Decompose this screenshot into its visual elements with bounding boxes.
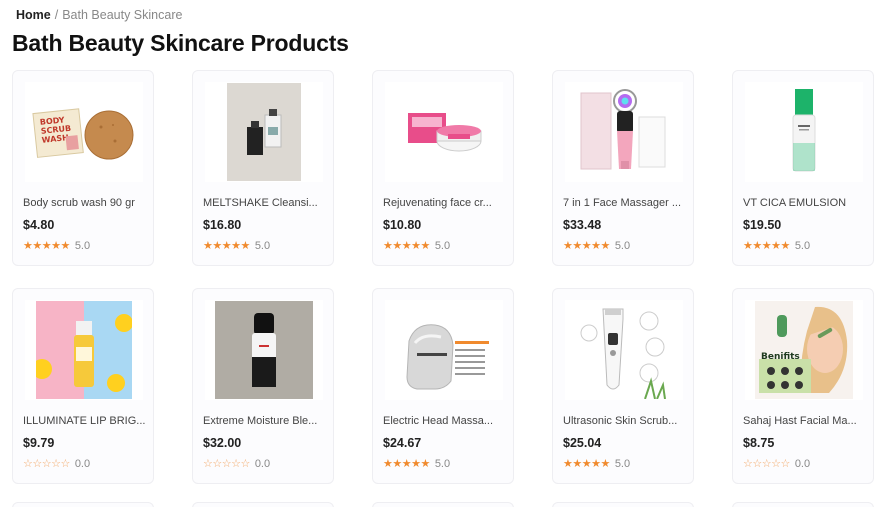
product-price: $9.79 — [23, 436, 55, 450]
product-image[interactable] — [385, 300, 503, 400]
product-rating: ☆☆☆☆☆ 0.0 — [23, 458, 90, 470]
product-image[interactable] — [565, 82, 683, 182]
product-name[interactable]: Body scrub wash 90 gr — [23, 197, 147, 209]
product-image[interactable] — [745, 82, 863, 182]
product-name[interactable]: 7 in 1 Face Massager ... — [563, 197, 687, 209]
product-price: $16.80 — [203, 218, 242, 232]
svg-text:Benifits: Benifits — [761, 352, 800, 362]
product-card-partial[interactable] — [372, 502, 514, 507]
product-rating: ★★★★★ 5.0 — [563, 458, 630, 470]
product-name[interactable]: Rejuvenating face cr... — [383, 197, 507, 209]
star-icons: ★★★★★ — [23, 239, 70, 252]
product-name[interactable]: Sahaj Hast Facial Ma... — [743, 415, 867, 427]
rating-value: 0.0 — [254, 458, 271, 470]
product-image[interactable] — [205, 300, 323, 400]
rating-value: 5.0 — [434, 458, 451, 470]
product-card[interactable]: BODY SCRUB WASH Body scrub wash 90 gr $4… — [12, 70, 154, 266]
star-icons: ★★★★★ — [563, 457, 610, 470]
product-price: $33.48 — [563, 218, 602, 232]
product-image[interactable] — [565, 300, 683, 400]
product-name[interactable]: VT CICA EMULSION — [743, 197, 867, 209]
product-price: $32.00 — [203, 436, 242, 450]
product-price: $10.80 — [383, 218, 422, 232]
product-rating: ★★★★★ 5.0 — [743, 240, 810, 252]
product-card[interactable]: MELTSHAKE Cleansi... $16.80 ★★★★★ 5.0 — [192, 70, 334, 266]
product-price: $8.75 — [743, 436, 775, 450]
product-rating: ★★★★★ 5.0 — [383, 458, 450, 470]
product-card-partial[interactable] — [732, 502, 874, 507]
product-name[interactable]: Ultrasonic Skin Scrub... — [563, 415, 687, 427]
star-icons: ★★★★★ — [563, 239, 610, 252]
product-image[interactable] — [205, 82, 323, 182]
rating-value: 5.0 — [434, 240, 451, 252]
star-icons: ☆☆☆☆☆ — [203, 457, 250, 470]
product-image[interactable] — [25, 300, 143, 400]
rating-value: 0.0 — [74, 458, 91, 470]
product-price: $4.80 — [23, 218, 55, 232]
star-icons: ☆☆☆☆☆ — [23, 457, 70, 470]
product-card[interactable]: Benifits Sahaj Hast Facial Ma... $8.75 ☆… — [732, 288, 874, 484]
product-price: $19.50 — [743, 218, 782, 232]
star-icons: ★★★★★ — [743, 239, 790, 252]
product-name[interactable]: Electric Head Massa... — [383, 415, 507, 427]
breadcrumb-separator: / — [54, 8, 59, 22]
product-card[interactable]: Extreme Moisture Ble... $32.00 ☆☆☆☆☆ 0.0 — [192, 288, 334, 484]
breadcrumb-current: Bath Beauty Skincare — [62, 8, 183, 22]
product-card[interactable]: Electric Head Massa... $24.67 ★★★★★ 5.0 — [372, 288, 514, 484]
product-rating: ★★★★★ 5.0 — [563, 240, 630, 252]
product-card-partial[interactable] — [552, 502, 694, 507]
rating-value: 5.0 — [254, 240, 271, 252]
product-grid: BODY SCRUB WASH Body scrub wash 90 gr $4… — [12, 70, 879, 484]
product-rating: ★★★★★ 5.0 — [203, 240, 270, 252]
rating-value: 5.0 — [794, 240, 811, 252]
product-card-partial[interactable] — [12, 502, 154, 507]
breadcrumb-home-link[interactable]: Home — [16, 8, 51, 22]
star-icons: ★★★★★ — [203, 239, 250, 252]
star-icons: ★★★★★ — [383, 457, 430, 470]
star-icons: ★★★★★ — [383, 239, 430, 252]
product-price: $24.67 — [383, 436, 422, 450]
rating-value: 5.0 — [74, 240, 91, 252]
rating-value: 0.0 — [794, 458, 811, 470]
product-card[interactable]: Ultrasonic Skin Scrub... $25.04 ★★★★★ 5.… — [552, 288, 694, 484]
product-rating: ☆☆☆☆☆ 0.0 — [203, 458, 270, 470]
product-image[interactable]: Benifits — [745, 300, 863, 400]
product-image[interactable] — [385, 82, 503, 182]
product-image[interactable]: BODY SCRUB WASH — [25, 82, 143, 182]
product-rating: ☆☆☆☆☆ 0.0 — [743, 458, 810, 470]
rating-value: 5.0 — [614, 240, 631, 252]
product-name[interactable]: Extreme Moisture Ble... — [203, 415, 327, 427]
next-row-cards-partial — [12, 502, 879, 507]
rating-value: 5.0 — [614, 458, 631, 470]
product-rating: ★★★★★ 5.0 — [23, 240, 90, 252]
star-icons: ☆☆☆☆☆ — [743, 457, 790, 470]
product-card[interactable]: Rejuvenating face cr... $10.80 ★★★★★ 5.0 — [372, 70, 514, 266]
product-card[interactable]: VT CICA EMULSION $19.50 ★★★★★ 5.0 — [732, 70, 874, 266]
product-card[interactable]: ILLUMINATE LIP BRIG... $9.79 ☆☆☆☆☆ 0.0 — [12, 288, 154, 484]
product-card-partial[interactable] — [192, 502, 334, 507]
product-name[interactable]: MELTSHAKE Cleansi... — [203, 197, 327, 209]
product-card[interactable]: 7 in 1 Face Massager ... $33.48 ★★★★★ 5.… — [552, 70, 694, 266]
page-title: Bath Beauty Skincare Products — [12, 30, 349, 56]
product-name[interactable]: ILLUMINATE LIP BRIG... — [23, 415, 147, 427]
product-rating: ★★★★★ 5.0 — [383, 240, 450, 252]
breadcrumb: Home / Bath Beauty Skincare — [16, 8, 182, 22]
product-price: $25.04 — [563, 436, 602, 450]
